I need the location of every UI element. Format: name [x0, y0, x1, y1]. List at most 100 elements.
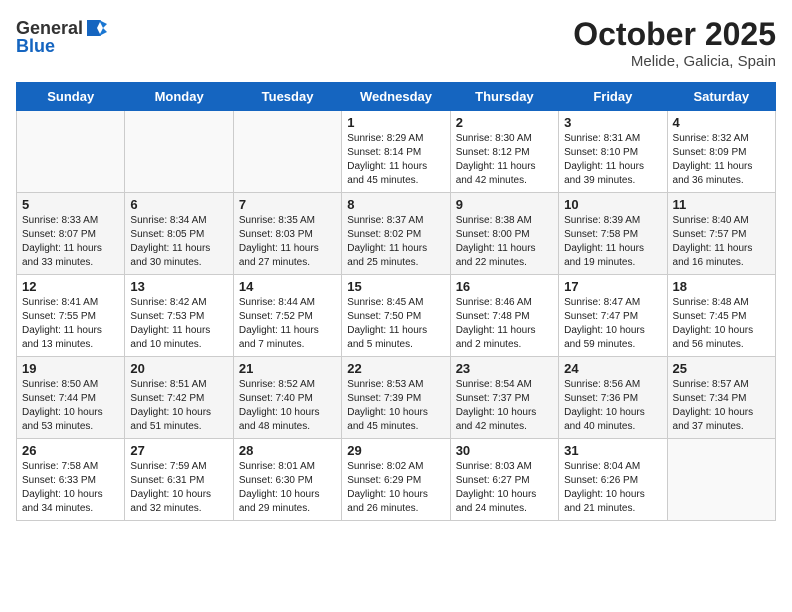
calendar-day-cell — [125, 111, 233, 193]
day-number: 25 — [673, 361, 770, 376]
day-number: 8 — [347, 197, 444, 212]
day-info: Sunrise: 8:04 AM Sunset: 6:26 PM Dayligh… — [564, 460, 661, 516]
calendar-day-cell: 27 Sunrise: 7:59 AM Sunset: 6:31 PM Dayli… — [125, 439, 233, 521]
calendar-day-cell — [233, 111, 341, 193]
calendar-header-row: SundayMondayTuesdayWednesdayThursdayFrid… — [17, 83, 776, 111]
day-of-week-header: Monday — [125, 83, 233, 111]
calendar-day-cell: 26Sunrise: 7:58 AM Sunset: 6:33 PM Dayli… — [17, 439, 125, 521]
calendar-day-cell: 14Sunrise: 8:44 AM Sunset: 7:52 PM Dayli… — [233, 275, 341, 357]
calendar-day-cell: 17Sunrise: 8:47 AM Sunset: 7:47 PM Dayli… — [559, 275, 667, 357]
calendar-week-row: 5Sunrise: 8:33 AM Sunset: 8:07 PM Daylig… — [17, 193, 776, 275]
calendar-day-cell: 1 Sunrise: 8:29 AM Sunset: 8:14 PM Daylig… — [342, 111, 450, 193]
day-number: 7 — [239, 197, 336, 212]
day-info: Sunrise: 8:34 AM Sunset: 8:05 PM Dayligh… — [130, 214, 227, 270]
day-number: 19 — [22, 361, 119, 376]
day-number: 24 — [564, 361, 661, 376]
month-title: October 2025 Melide, Galicia, Spain — [573, 16, 776, 70]
day-info: Sunrise: 8:57 AM Sunset: 7:34 PM Dayligh… — [673, 378, 770, 434]
day-number: 1 — [347, 115, 444, 130]
day-of-week-header: Tuesday — [233, 83, 341, 111]
calendar-day-cell: 20 Sunrise: 8:51 AM Sunset: 7:42 PM Dayli… — [125, 357, 233, 439]
calendar-day-cell: 3 Sunrise: 8:31 AM Sunset: 8:10 PM Daylig… — [559, 111, 667, 193]
day-info: Sunrise: 8:53 AM Sunset: 7:39 PM Dayligh… — [347, 378, 444, 434]
day-number: 14 — [239, 279, 336, 294]
calendar-day-cell: 13 Sunrise: 8:42 AM Sunset: 7:53 PM Dayli… — [125, 275, 233, 357]
calendar-week-row: 1 Sunrise: 8:29 AM Sunset: 8:14 PM Daylig… — [17, 111, 776, 193]
location-heading: Melide, Galicia, Spain — [573, 53, 776, 70]
calendar-day-cell: 7 Sunrise: 8:35 AM Sunset: 8:03 PM Daylig… — [233, 193, 341, 275]
day-info: Sunrise: 8:45 AM Sunset: 7:50 PM Dayligh… — [347, 296, 444, 352]
day-info: Sunrise: 8:02 AM Sunset: 6:29 PM Dayligh… — [347, 460, 444, 516]
calendar-day-cell: 30Sunrise: 8:03 AM Sunset: 6:27 PM Dayli… — [450, 439, 558, 521]
day-number: 28 — [239, 443, 336, 458]
calendar-day-cell: 24 Sunrise: 8:56 AM Sunset: 7:36 PM Dayli… — [559, 357, 667, 439]
day-info: Sunrise: 8:33 AM Sunset: 8:07 PM Dayligh… — [22, 214, 119, 270]
day-info: Sunrise: 8:01 AM Sunset: 6:30 PM Dayligh… — [239, 460, 336, 516]
calendar-week-row: 26Sunrise: 7:58 AM Sunset: 6:33 PM Dayli… — [17, 439, 776, 521]
calendar-day-cell: 31 Sunrise: 8:04 AM Sunset: 6:26 PM Dayli… — [559, 439, 667, 521]
day-info: Sunrise: 7:59 AM Sunset: 6:31 PM Dayligh… — [130, 460, 227, 516]
day-of-week-header: Sunday — [17, 83, 125, 111]
day-info: Sunrise: 8:29 AM Sunset: 8:14 PM Dayligh… — [347, 132, 444, 188]
calendar-day-cell: 23 Sunrise: 8:54 AM Sunset: 7:37 PM Dayli… — [450, 357, 558, 439]
day-info: Sunrise: 8:40 AM Sunset: 7:57 PM Dayligh… — [673, 214, 770, 270]
day-info: Sunrise: 8:38 AM Sunset: 8:00 PM Dayligh… — [456, 214, 553, 270]
calendar-day-cell: 29 Sunrise: 8:02 AM Sunset: 6:29 PM Dayli… — [342, 439, 450, 521]
calendar-day-cell: 9 Sunrise: 8:38 AM Sunset: 8:00 PM Daylig… — [450, 193, 558, 275]
logo-flag-icon — [85, 16, 109, 40]
day-info: Sunrise: 8:30 AM Sunset: 8:12 PM Dayligh… — [456, 132, 553, 188]
calendar-week-row: 19 Sunrise: 8:50 AM Sunset: 7:44 PM Dayli… — [17, 357, 776, 439]
day-info: Sunrise: 8:46 AM Sunset: 7:48 PM Dayligh… — [456, 296, 553, 352]
day-info: Sunrise: 8:41 AM Sunset: 7:55 PM Dayligh… — [22, 296, 119, 352]
calendar-day-cell: 12Sunrise: 8:41 AM Sunset: 7:55 PM Dayli… — [17, 275, 125, 357]
calendar-day-cell: 5Sunrise: 8:33 AM Sunset: 8:07 PM Daylig… — [17, 193, 125, 275]
day-number: 18 — [673, 279, 770, 294]
logo: General Blue — [16, 16, 109, 57]
day-of-week-header: Thursday — [450, 83, 558, 111]
day-info: Sunrise: 8:56 AM Sunset: 7:36 PM Dayligh… — [564, 378, 661, 434]
calendar-table: SundayMondayTuesdayWednesdayThursdayFrid… — [16, 82, 776, 521]
day-number: 31 — [564, 443, 661, 458]
day-number: 3 — [564, 115, 661, 130]
day-info: Sunrise: 8:47 AM Sunset: 7:47 PM Dayligh… — [564, 296, 661, 352]
calendar-day-cell: 15 Sunrise: 8:45 AM Sunset: 7:50 PM Dayli… — [342, 275, 450, 357]
calendar-day-cell: 2 Sunrise: 8:30 AM Sunset: 8:12 PM Daylig… — [450, 111, 558, 193]
day-number: 13 — [130, 279, 227, 294]
day-number: 2 — [456, 115, 553, 130]
calendar-day-cell: 16Sunrise: 8:46 AM Sunset: 7:48 PM Dayli… — [450, 275, 558, 357]
calendar-day-cell: 8Sunrise: 8:37 AM Sunset: 8:02 PM Daylig… — [342, 193, 450, 275]
day-number: 10 — [564, 197, 661, 212]
day-info: Sunrise: 8:31 AM Sunset: 8:10 PM Dayligh… — [564, 132, 661, 188]
day-number: 21 — [239, 361, 336, 376]
day-info: Sunrise: 8:48 AM Sunset: 7:45 PM Dayligh… — [673, 296, 770, 352]
day-info: Sunrise: 8:51 AM Sunset: 7:42 PM Dayligh… — [130, 378, 227, 434]
day-info: Sunrise: 8:54 AM Sunset: 7:37 PM Dayligh… — [456, 378, 553, 434]
day-number: 23 — [456, 361, 553, 376]
day-number: 11 — [673, 197, 770, 212]
calendar-day-cell: 21 Sunrise: 8:52 AM Sunset: 7:40 PM Dayli… — [233, 357, 341, 439]
day-number: 22 — [347, 361, 444, 376]
day-info: Sunrise: 8:39 AM Sunset: 7:58 PM Dayligh… — [564, 214, 661, 270]
calendar-day-cell: 11 Sunrise: 8:40 AM Sunset: 7:57 PM Dayli… — [667, 193, 775, 275]
day-number: 9 — [456, 197, 553, 212]
day-of-week-header: Friday — [559, 83, 667, 111]
day-info: Sunrise: 8:42 AM Sunset: 7:53 PM Dayligh… — [130, 296, 227, 352]
calendar-day-cell: 28 Sunrise: 8:01 AM Sunset: 6:30 PM Dayli… — [233, 439, 341, 521]
day-number: 15 — [347, 279, 444, 294]
day-info: Sunrise: 8:52 AM Sunset: 7:40 PM Dayligh… — [239, 378, 336, 434]
day-info: Sunrise: 8:32 AM Sunset: 8:09 PM Dayligh… — [673, 132, 770, 188]
day-info: Sunrise: 7:58 AM Sunset: 6:33 PM Dayligh… — [22, 460, 119, 516]
day-info: Sunrise: 8:50 AM Sunset: 7:44 PM Dayligh… — [22, 378, 119, 434]
day-number: 30 — [456, 443, 553, 458]
day-number: 27 — [130, 443, 227, 458]
day-of-week-header: Wednesday — [342, 83, 450, 111]
day-number: 29 — [347, 443, 444, 458]
day-info: Sunrise: 8:35 AM Sunset: 8:03 PM Dayligh… — [239, 214, 336, 270]
day-number: 20 — [130, 361, 227, 376]
calendar-week-row: 12Sunrise: 8:41 AM Sunset: 7:55 PM Dayli… — [17, 275, 776, 357]
day-of-week-header: Saturday — [667, 83, 775, 111]
calendar-day-cell — [667, 439, 775, 521]
calendar-day-cell: 4Sunrise: 8:32 AM Sunset: 8:09 PM Daylig… — [667, 111, 775, 193]
calendar-day-cell: 18 Sunrise: 8:48 AM Sunset: 7:45 PM Dayli… — [667, 275, 775, 357]
page-header: General Blue October 2025 Melide, Galici… — [16, 16, 776, 70]
